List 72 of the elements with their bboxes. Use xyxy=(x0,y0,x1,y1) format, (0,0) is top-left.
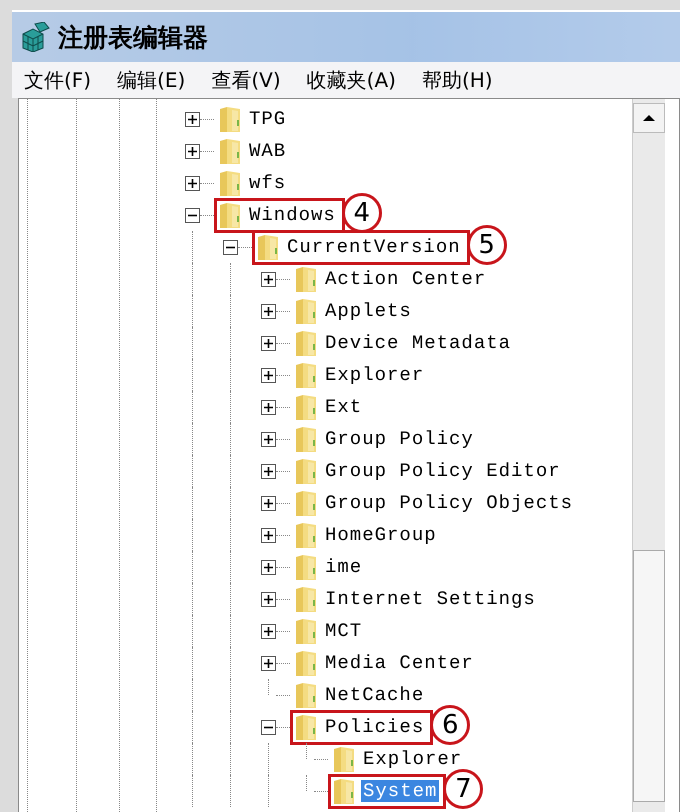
expand-icon[interactable] xyxy=(261,528,276,542)
folder-icon xyxy=(295,682,317,708)
menu-item[interactable]: 帮助(H) xyxy=(422,66,493,94)
tree-item[interactable]: Group Policy xyxy=(323,428,476,450)
expand-icon[interactable] xyxy=(261,400,276,414)
tree-item[interactable]: System xyxy=(361,780,440,802)
folder-icon xyxy=(295,426,317,452)
folder-icon xyxy=(295,458,317,484)
expand-icon[interactable] xyxy=(261,272,276,286)
menu-item[interactable]: 查看(V) xyxy=(211,66,281,94)
cubes-icon xyxy=(20,22,50,52)
expand-icon[interactable] xyxy=(261,496,276,510)
tree-item[interactable]: Explorer xyxy=(323,364,426,386)
tree-item[interactable]: Ext xyxy=(323,396,364,418)
expand-icon[interactable] xyxy=(185,144,200,158)
menu-item[interactable]: 编辑(E) xyxy=(117,66,186,94)
folder-icon xyxy=(295,266,317,292)
expand-icon[interactable] xyxy=(261,656,276,670)
step-number: 7 xyxy=(443,768,484,808)
tree-item[interactable]: Device Metadata xyxy=(323,332,514,354)
folder-icon xyxy=(295,298,317,324)
tree-item[interactable]: HomeGroup xyxy=(323,524,439,546)
scroll-up-icon[interactable] xyxy=(633,103,665,133)
menu-item[interactable]: 文件(F) xyxy=(24,66,92,94)
tree-item[interactable]: WAB xyxy=(247,140,288,162)
collapse-icon[interactable] xyxy=(223,240,238,254)
folder-icon xyxy=(295,394,317,420)
tree-item[interactable]: wfs xyxy=(247,172,288,194)
tree-item[interactable]: NetCache xyxy=(323,684,426,706)
expand-icon[interactable] xyxy=(261,432,276,446)
scroll-thumb[interactable] xyxy=(633,550,665,802)
expand-icon[interactable] xyxy=(261,592,276,606)
folder-icon xyxy=(295,522,317,548)
folder-icon xyxy=(295,714,317,740)
folder-icon xyxy=(295,490,317,516)
folder-icon xyxy=(219,170,241,196)
menu-item[interactable]: 收藏夹(A) xyxy=(306,66,396,94)
folder-icon xyxy=(333,746,355,772)
collapse-icon[interactable] xyxy=(185,208,200,222)
expand-icon[interactable] xyxy=(261,560,276,574)
expand-icon[interactable] xyxy=(185,112,200,126)
tree-item[interactable]: Internet Settings xyxy=(323,588,538,610)
tree-item[interactable]: Group Policy Objects xyxy=(323,492,576,514)
tree-item[interactable]: TPG xyxy=(247,108,288,130)
expand-icon[interactable] xyxy=(185,176,200,190)
tree-item[interactable]: Media Center xyxy=(323,652,476,674)
folder-icon xyxy=(295,650,317,676)
window-title: 注册表编辑器 xyxy=(58,22,208,54)
expand-icon[interactable] xyxy=(261,464,276,478)
expand-icon[interactable] xyxy=(261,368,276,382)
tree-item[interactable]: Group Policy Editor xyxy=(323,460,563,482)
folder-icon xyxy=(295,362,317,388)
folder-icon xyxy=(257,234,279,260)
tree-item[interactable]: Action Center xyxy=(323,268,488,290)
folder-icon xyxy=(295,554,317,580)
folder-icon xyxy=(219,106,241,132)
expand-icon[interactable] xyxy=(261,336,276,350)
step-number: 6 xyxy=(430,704,470,744)
expand-icon[interactable] xyxy=(261,624,276,638)
tree-item[interactable]: Applets xyxy=(323,300,414,322)
expand-icon[interactable] xyxy=(261,304,276,318)
folder-icon xyxy=(333,778,355,804)
tree-item[interactable]: Explorer xyxy=(361,748,464,770)
folder-icon xyxy=(219,202,241,228)
folder-icon xyxy=(295,586,317,612)
folder-icon xyxy=(295,618,317,644)
tree-item[interactable]: ime xyxy=(323,556,364,578)
tree-item[interactable]: MCT xyxy=(323,620,364,642)
folder-icon xyxy=(295,330,317,356)
collapse-icon[interactable] xyxy=(261,720,276,734)
folder-icon xyxy=(219,138,241,164)
scrollbar[interactable] xyxy=(632,99,665,812)
